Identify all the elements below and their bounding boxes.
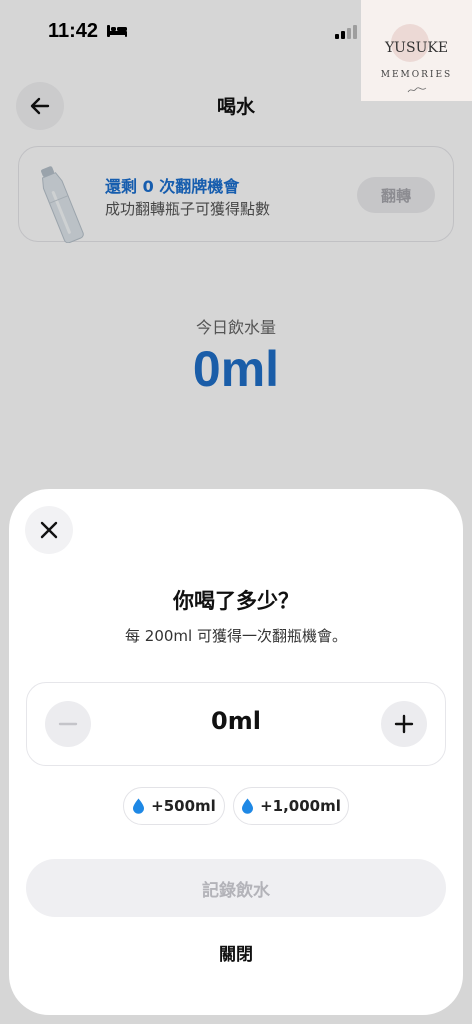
quick-add-1000-chip[interactable]: +1,000ml <box>233 787 349 825</box>
drink-amount-sheet: 你喝了多少？ 每 200ml 可獲得一次翻瓶機會。 0ml +500ml +1,… <box>9 489 463 1015</box>
water-drop-icon <box>133 798 145 814</box>
quick-add-label: +1,000ml <box>260 797 341 815</box>
increase-button[interactable] <box>381 701 427 747</box>
close-sheet-button[interactable] <box>25 506 73 554</box>
watermark-name: YUSUKE <box>384 40 449 56</box>
record-intake-button[interactable]: 記錄飲水 <box>26 859 446 917</box>
sheet-title: 你喝了多少？ <box>173 589 299 613</box>
close-button[interactable]: 關閉 <box>159 937 313 967</box>
quick-add-label: +500ml <box>151 797 216 815</box>
watermark-logo: YUSUKE MEMORIES <box>361 0 472 101</box>
quick-add-500-chip[interactable]: +500ml <box>123 787 225 825</box>
amount-stepper: 0ml <box>26 682 446 766</box>
close-icon <box>40 521 58 539</box>
watermark-signature <box>407 87 427 93</box>
water-drop-icon <box>242 798 254 814</box>
plus-icon <box>394 714 414 734</box>
sheet-subtitle: 每 200ml 可獲得一次翻瓶機會。 <box>125 627 347 645</box>
watermark-subtitle: MEMORIES <box>380 70 453 80</box>
